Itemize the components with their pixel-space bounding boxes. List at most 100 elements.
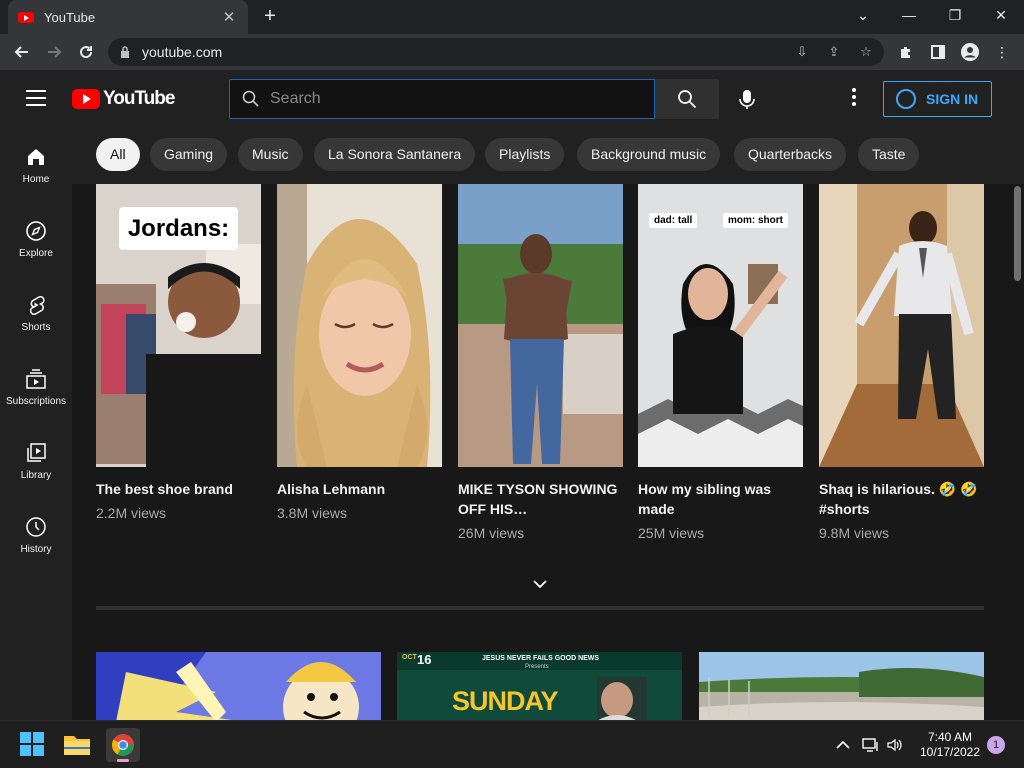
clock-time: 7:40 AM <box>927 730 973 744</box>
page-scrollbar[interactable] <box>1012 184 1024 720</box>
address-bar[interactable]: youtube.com <box>108 38 884 66</box>
short-views: 26M views <box>458 525 525 541</box>
chip-background-music[interactable]: Background music <box>577 138 721 171</box>
clock-date: 10/17/2022 <box>919 745 981 759</box>
voice-search-button[interactable] <box>734 86 760 112</box>
youtube-logo-text: YouTube <box>103 88 175 109</box>
short-thumbnail[interactable]: Jordans: <box>96 184 261 467</box>
chip-taste[interactable]: Taste <box>858 138 920 171</box>
search-icon <box>242 90 259 107</box>
short-thumbnail[interactable] <box>277 184 442 467</box>
profile-avatar-icon[interactable] <box>960 42 980 62</box>
tab-close-button[interactable]: ✕ <box>220 8 238 26</box>
volume-icon[interactable] <box>886 736 904 754</box>
taskbar-clock[interactable]: 7:40 AM 10/17/2022 <box>912 730 988 760</box>
chip-all[interactable]: All <box>96 138 140 171</box>
windows-start-icon[interactable] <box>19 731 47 759</box>
restore-button[interactable]: ❐ <box>932 0 978 30</box>
sidebar-item-label: Shorts <box>21 322 51 333</box>
video-overlay-text: Presents <box>525 664 549 670</box>
video-thumbnail[interactable] <box>699 652 984 720</box>
bookmark-star-icon[interactable]: ☆ <box>858 44 874 60</box>
youtube-logo[interactable]: YouTube <box>72 88 175 110</box>
sidebar-item-subscriptions[interactable]: Subscriptions <box>0 368 72 442</box>
reload-icon <box>80 46 93 59</box>
close-window-button[interactable]: ✕ <box>978 0 1024 30</box>
tab-search-button[interactable]: ⌄ <box>840 0 886 30</box>
short-views: 9.8M views <box>819 525 890 541</box>
short-overlay-text: mom: short <box>723 213 788 228</box>
new-tab-button[interactable]: + <box>258 4 282 28</box>
back-button[interactable] <box>8 38 36 66</box>
chrome-taskbar-button[interactable] <box>106 728 140 762</box>
shorts-icon <box>29 295 45 316</box>
user-circle-icon <box>896 89 916 109</box>
browser-tab[interactable]: YouTube ✕ <box>8 0 248 34</box>
filter-chip-bar: All Gaming Music La Sonora Santanera Pla… <box>72 128 1024 184</box>
sign-in-label: SIGN IN <box>926 91 979 107</box>
arrow-right-icon <box>48 46 62 58</box>
chip-la-sonora-santanera[interactable]: La Sonora Santanera <box>314 138 476 171</box>
history-icon <box>26 517 46 537</box>
youtube-header: YouTube SIGN IN <box>0 70 1024 128</box>
library-icon <box>27 443 46 462</box>
scrollbar-thumb[interactable] <box>1014 186 1021 281</box>
shorts-shelf: Jordans: The best shoe brand 2.2M views … <box>72 184 1012 720</box>
video-overlay-text: OCT <box>402 654 417 661</box>
notification-badge[interactable]: 1 <box>987 736 1005 754</box>
chevron-down-icon[interactable] <box>532 576 548 592</box>
short-thumbnail[interactable] <box>819 184 984 467</box>
chip-gaming[interactable]: Gaming <box>150 138 228 171</box>
sidebar-item-label: History <box>20 544 52 555</box>
section-divider <box>96 606 984 610</box>
short-thumbnail[interactable]: dad: tall mom: short <box>638 184 803 467</box>
browser-toolbar: youtube.com ⇩ ⇪ ☆ ⋮ <box>0 34 1024 70</box>
video-thumbnail[interactable] <box>96 652 381 720</box>
chip-music[interactable]: Music <box>238 138 303 171</box>
short-title[interactable]: Alisha Lehmann <box>277 479 442 499</box>
network-icon[interactable] <box>861 736 879 754</box>
short-title[interactable]: The best shoe brand <box>96 479 261 499</box>
short-title[interactable]: MIKE TYSON SHOWING OFF HIS… <box>458 479 623 519</box>
chip-playlists[interactable]: Playlists <box>485 138 565 171</box>
short-title[interactable]: How my sibling was made <box>638 479 803 519</box>
chevron-up-icon[interactable] <box>834 736 852 754</box>
sidebar-item-library[interactable]: Library <box>0 442 72 516</box>
sidebar-item-label: Library <box>20 470 52 481</box>
forward-button[interactable] <box>40 38 68 66</box>
menu-hamburger-icon[interactable] <box>26 90 46 106</box>
reload-button[interactable] <box>72 38 100 66</box>
search-button[interactable] <box>655 79 719 119</box>
microphone-icon <box>739 90 755 109</box>
tab-title: YouTube <box>44 9 96 25</box>
sign-in-button[interactable]: SIGN IN <box>883 81 992 117</box>
chip-quarterbacks[interactable]: Quarterbacks <box>734 138 847 171</box>
sidebar-item-history[interactable]: History <box>0 516 72 590</box>
sidebar-item-explore[interactable]: Explore <box>0 220 72 294</box>
lock-icon <box>121 46 129 58</box>
minimize-button[interactable]: — <box>886 0 932 30</box>
short-overlay-text: dad: tall <box>649 213 698 228</box>
search-input[interactable] <box>270 90 630 108</box>
video-overlay-text: SUNDAY <box>452 686 559 716</box>
file-explorer-icon[interactable] <box>63 731 91 759</box>
short-title[interactable]: Shaq is hilarious. 🤣 🤣 #shorts <box>819 479 984 519</box>
video-thumbnail[interactable]: OCT 16 JESUS NEVER FAILS GOOD NEWS Prese… <box>397 652 682 720</box>
windows-taskbar: 7:40 AM 10/17/2022 1 <box>0 720 1024 768</box>
home-icon <box>28 149 44 165</box>
short-thumbnail[interactable] <box>458 184 623 467</box>
install-app-icon[interactable]: ⇩ <box>794 44 810 60</box>
video-overlay-text: 16 <box>417 652 432 667</box>
side-panel-icon[interactable] <box>928 42 948 62</box>
browser-menu-icon[interactable]: ⋮ <box>992 42 1012 62</box>
sidebar-item-label: Subscriptions <box>5 396 67 407</box>
short-views: 3.8M views <box>277 505 348 521</box>
search-box[interactable] <box>229 79 655 119</box>
sidebar-item-shorts[interactable]: Shorts <box>0 294 72 368</box>
extensions-puzzle-icon[interactable] <box>896 42 916 62</box>
search-icon <box>678 90 697 109</box>
sidebar-item-home[interactable]: Home <box>0 146 72 220</box>
youtube-favicon-icon <box>18 11 34 23</box>
share-icon[interactable]: ⇪ <box>826 44 842 60</box>
settings-kebab-icon[interactable] <box>846 88 862 110</box>
